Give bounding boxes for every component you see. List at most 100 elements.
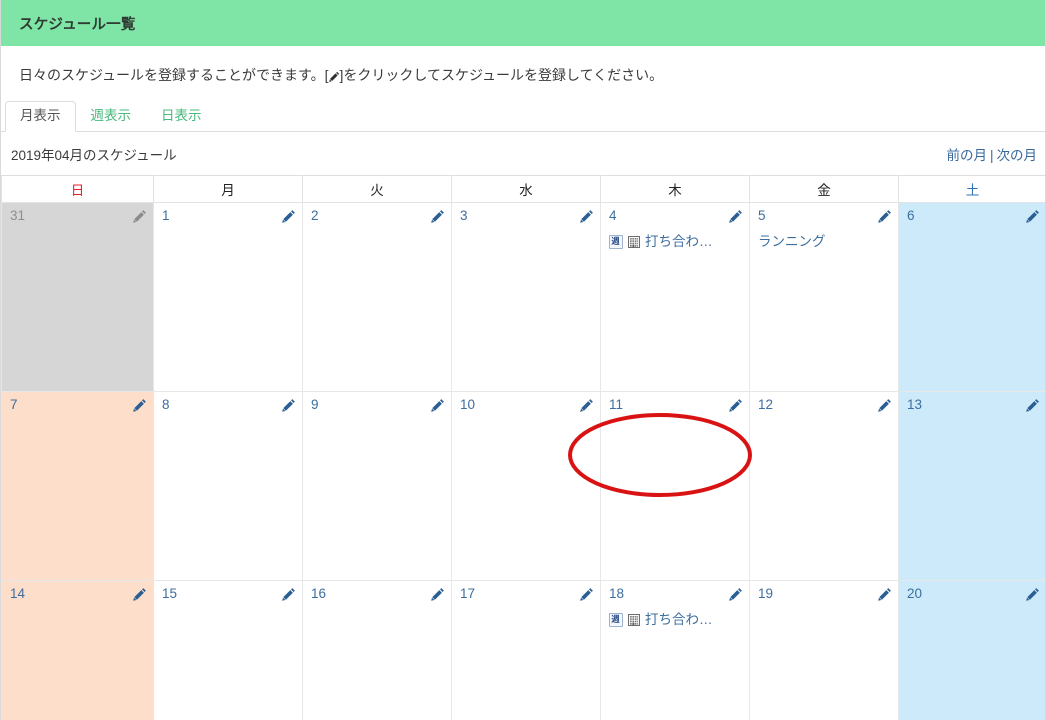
calendar-day-cell[interactable]: 12 (749, 390, 899, 581)
day-cell-header: 10 (460, 397, 594, 415)
day-cell-header: 7 (10, 397, 147, 415)
day-cell-content: 16 (303, 581, 451, 720)
calendar-day-cell[interactable]: 1 (153, 201, 303, 392)
day-number: 19 (758, 585, 774, 601)
description-text-before: 日々のスケジュールを登録することができます。[ (19, 67, 329, 83)
calendar-day-cell[interactable]: 4 週 打ち合わ… (600, 201, 750, 392)
next-month-link[interactable]: 次の月 (997, 148, 1038, 163)
day-cell-content: 3 (452, 203, 600, 391)
pencil-icon[interactable] (1026, 587, 1040, 601)
day-cell-content: 2 (303, 203, 451, 391)
pencil-icon[interactable] (878, 587, 892, 601)
day-cell-header: 15 (162, 586, 296, 604)
description-text-after: ]をクリックしてスケジュールを登録してください。 (339, 67, 664, 83)
day-cell-header: 8 (162, 397, 296, 415)
pencil-icon[interactable] (580, 209, 594, 223)
calendar-header-row: 日 月 火 水 木 金 土 (1, 174, 1045, 203)
pencil-icon[interactable] (431, 587, 445, 601)
pencil-icon[interactable] (133, 398, 147, 412)
day-cell-content: 4 週 打ち合わ… (601, 203, 749, 391)
event-title: 打ち合わ… (645, 611, 713, 627)
tab-day-view[interactable]: 日表示 (146, 101, 217, 132)
day-number: 14 (10, 585, 26, 601)
pencil-icon[interactable] (133, 587, 147, 601)
prev-month-link[interactable]: 前の月 (946, 148, 987, 163)
pencil-icon[interactable] (878, 398, 892, 412)
calendar-day-cell[interactable]: 14 (1, 579, 154, 720)
calendar-day-cell[interactable]: 18 週 打ち合わ… (600, 579, 750, 720)
calendar-week-row: 7 8 9 10 11 12 13 (1, 390, 1045, 581)
pencil-icon[interactable] (729, 209, 743, 223)
day-number: 6 (907, 207, 915, 223)
tab-week-view[interactable]: 週表示 (76, 101, 147, 132)
event-title: 打ち合わ… (645, 233, 713, 249)
calendar-day-cell[interactable]: 10 (451, 390, 601, 581)
day-cell-header: 13 (907, 397, 1040, 415)
month-navigation-bar: 2019年04月のスケジュール 前の月 | 次の月 (1, 132, 1045, 175)
calendar-day-cell[interactable]: 16 (302, 579, 452, 720)
day-cell-header: 2 (311, 208, 445, 226)
day-cell-content: 5 ランニング (750, 203, 898, 391)
pencil-icon[interactable] (1026, 209, 1040, 223)
pencil-icon[interactable] (580, 587, 594, 601)
pencil-icon[interactable] (431, 398, 445, 412)
day-cell-content: 1 (154, 203, 302, 391)
calendar-body: 31 1 2 3 4 週打ち合わ… 5 ランニング 6 7 8 9 10 11 12 13 14 15 16 17 18… (1, 201, 1045, 720)
page-header-bar: スケジュール一覧 (1, 0, 1045, 46)
pencil-icon[interactable] (1026, 398, 1040, 412)
weekday-header-sat: 土 (898, 174, 1045, 203)
day-number: 2 (311, 207, 319, 223)
weekly-repeat-label: 週 (611, 614, 621, 624)
day-cell-content: 11 (601, 392, 749, 580)
pencil-icon[interactable] (133, 209, 147, 223)
day-number: 17 (460, 585, 476, 601)
day-cell-header: 4 (609, 208, 743, 226)
pencil-icon[interactable] (729, 587, 743, 601)
day-cell-header: 5 (758, 208, 892, 226)
weekday-header-fri: 金 (749, 174, 899, 203)
calendar-day-cell[interactable]: 8 (153, 390, 303, 581)
day-cell-content: 31 (2, 203, 153, 391)
pencil-icon[interactable] (282, 209, 296, 223)
calendar-day-cell[interactable]: 13 (898, 390, 1045, 581)
calendar-day-cell[interactable]: 7 (1, 390, 154, 581)
calendar-day-cell[interactable]: 11 (600, 390, 750, 581)
day-cell-header: 6 (907, 208, 1040, 226)
schedule-event[interactable]: 週 打ち合わ… (609, 233, 743, 251)
calendar-day-cell[interactable]: 6 (898, 201, 1045, 392)
day-number: 7 (10, 396, 18, 412)
calendar-day-cell[interactable]: 9 (302, 390, 452, 581)
day-cell-header: 16 (311, 586, 445, 604)
day-number: 15 (162, 585, 178, 601)
calendar-day-cell[interactable]: 20 (898, 579, 1045, 720)
pencil-icon[interactable] (282, 587, 296, 601)
weekly-repeat-icon: 週 (609, 612, 623, 627)
day-cell-content: 20 (899, 581, 1045, 720)
day-cell-header: 11 (609, 397, 743, 415)
weekday-header-thu: 木 (600, 174, 750, 203)
event-title: ランニング (758, 233, 826, 249)
pencil-icon[interactable] (282, 398, 296, 412)
calendar-day-cell[interactable]: 15 (153, 579, 303, 720)
pencil-icon[interactable] (729, 398, 743, 412)
day-cell-content: 17 (452, 581, 600, 720)
pencil-icon (328, 71, 340, 82)
weekday-header-sun: 日 (1, 174, 154, 203)
pencil-icon[interactable] (431, 209, 445, 223)
calendar-day-cell[interactable]: 2 (302, 201, 452, 392)
schedule-event[interactable]: ランニング (758, 233, 892, 251)
day-cell-content: 14 (2, 581, 153, 720)
calendar-day-cell[interactable]: 5 ランニング (749, 201, 899, 392)
tab-month-view[interactable]: 月表示 (5, 100, 76, 132)
calendar-day-cell[interactable]: 3 (451, 201, 601, 392)
calendar-day-cell[interactable]: 17 (451, 579, 601, 720)
calendar-day-cell[interactable]: 19 (749, 579, 899, 720)
calendar-day-cell[interactable]: 31 (1, 201, 154, 392)
pencil-icon[interactable] (580, 398, 594, 412)
pencil-icon[interactable] (878, 209, 892, 223)
day-number: 8 (162, 396, 170, 412)
day-events: ランニング (758, 233, 892, 251)
day-cell-content: 13 (899, 392, 1045, 580)
current-month-label: 2019年04月のスケジュール (11, 147, 177, 163)
schedule-event[interactable]: 週 打ち合わ… (609, 611, 743, 629)
